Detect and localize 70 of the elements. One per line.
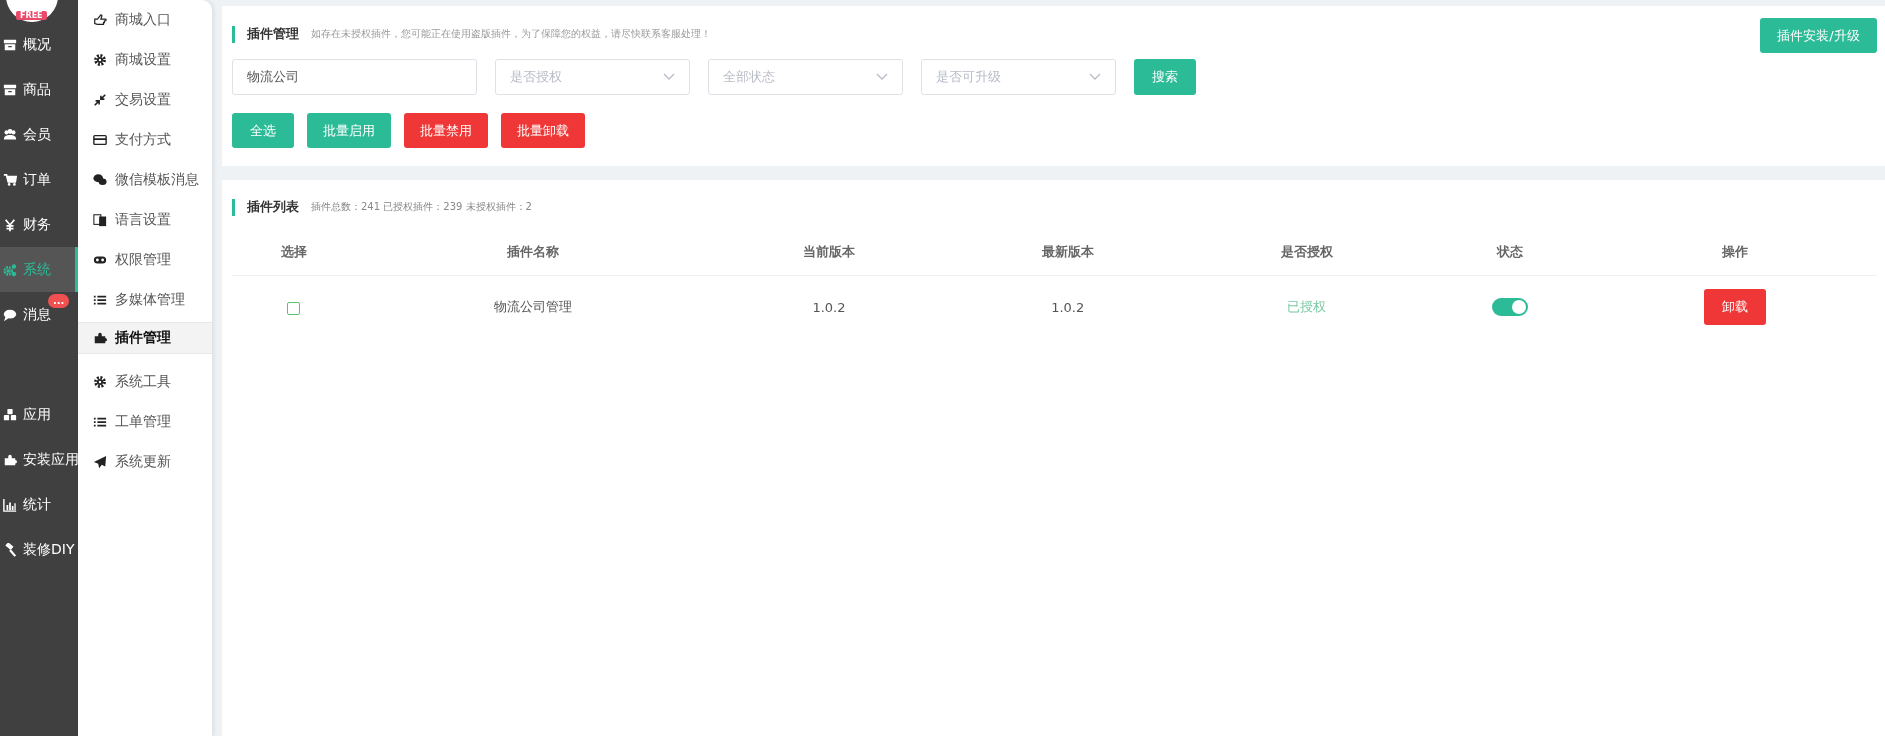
puzzle-icon [93, 331, 107, 345]
nav-item[interactable]: 订单 [0, 157, 78, 202]
submenu-item[interactable]: 商城设置 [78, 40, 212, 80]
submenu-item[interactable]: 商城入口 [78, 0, 212, 40]
status-toggle[interactable] [1491, 298, 1528, 316]
column-header: 插件名称 [506, 244, 559, 259]
logo-badge: FREE [16, 11, 47, 20]
nav-item[interactable]: 应用 [0, 392, 78, 437]
chevron-down-icon [876, 73, 888, 81]
hammer-icon [3, 542, 17, 557]
uninstall-button[interactable]: 卸载 [1704, 289, 1767, 325]
action-button[interactable]: 批量卸载 [501, 113, 585, 148]
list-icon [93, 415, 107, 429]
bar-chart-icon [3, 497, 17, 512]
submenu-item[interactable]: 交易设置 [78, 80, 212, 120]
latest-version: 1.0.2 [1051, 299, 1085, 315]
submenu-item[interactable]: 微信模板消息 [78, 160, 212, 200]
chat-bubbles-icon [93, 173, 107, 187]
submenu-item[interactable]: 多媒体管理 [78, 280, 212, 320]
nav-item[interactable]: 商品 [0, 67, 78, 112]
nav-item[interactable]: 概况 [0, 22, 78, 67]
submenu-item[interactable]: 支付方式 [78, 120, 212, 160]
compress-arrows-icon [93, 93, 107, 107]
submenu-item[interactable]: 系统更新 [78, 442, 212, 482]
submenu-item[interactable]: 语言设置 [78, 200, 212, 240]
submenu-item[interactable]: 系统工具 [78, 362, 212, 402]
nav-item[interactable]: 会员 [0, 112, 78, 157]
translate-icon [93, 213, 107, 227]
column-header: 当前版本 [802, 244, 855, 259]
nav-item[interactable]: 安装应用 [0, 437, 78, 482]
search-field[interactable]: 物流公司 [232, 59, 477, 95]
list-icon [93, 293, 107, 307]
nav-item[interactable]: 统计 [0, 482, 78, 527]
submenu-item[interactable]: 权限管理 [78, 240, 212, 280]
nav-item[interactable]: 财务 [0, 202, 78, 247]
panel-title: 插件管理 [247, 25, 299, 43]
action-button[interactable]: 批量禁用 [404, 113, 488, 148]
settings-icon [93, 375, 107, 389]
puzzle-icon [3, 452, 17, 467]
authorization-status: 已授权 [1287, 299, 1326, 314]
gears-icon [3, 262, 17, 277]
column-header: 状态 [1496, 244, 1523, 259]
pointing-hand-icon [93, 13, 107, 27]
notice-text: 如存在未授权插件，您可能正在使用盗版插件，为了保障您的权益，请尽快联系客服处理！ [311, 27, 711, 41]
yen-icon [3, 217, 17, 232]
nav-item[interactable]: 装修DIY [0, 527, 78, 572]
cubes-icon [3, 407, 17, 422]
list-title: 插件列表 [247, 198, 299, 216]
column-header: 操作 [1722, 244, 1749, 259]
current-version: 1.0.2 [812, 299, 846, 315]
row-checkbox[interactable] [287, 301, 301, 315]
chevron-down-icon [663, 73, 675, 81]
column-header: 是否授权 [1280, 244, 1333, 259]
chat-bubble-icon [3, 307, 17, 322]
column-header: 选择 [280, 244, 307, 259]
column-header: 最新版本 [1041, 244, 1094, 259]
box-icon [3, 82, 17, 97]
plugin-name: 物流公司管理 [493, 299, 572, 314]
message-badge: ... [48, 294, 70, 308]
settings-icon [93, 53, 107, 67]
cart-icon [3, 172, 17, 187]
chevron-down-icon [1089, 73, 1101, 81]
paper-plane-icon [93, 455, 107, 469]
plugin-summary: 插件总数：241 已授权插件：239 未授权插件：2 [311, 200, 532, 214]
users-icon [3, 127, 17, 142]
submenu-item[interactable]: 工单管理 [78, 402, 212, 442]
nav-item[interactable]: 消息 ... [0, 292, 78, 337]
submenu-item[interactable]: 插件管理 [78, 322, 212, 354]
box-icon [3, 37, 17, 52]
credit-card-icon [93, 133, 107, 147]
